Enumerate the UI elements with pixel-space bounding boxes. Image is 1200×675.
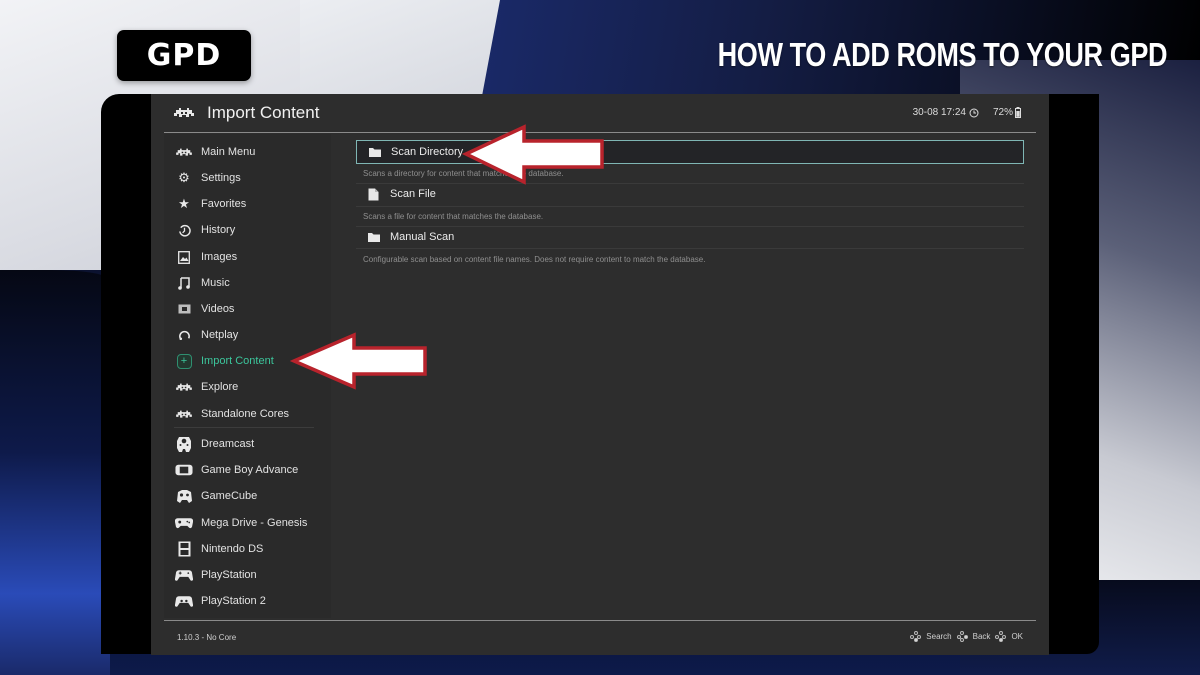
divider (356, 248, 1024, 249)
folder-icon (369, 148, 381, 157)
playlist-dreamcast[interactable]: Dreamcast (164, 432, 331, 456)
gameboy-advance-icon (175, 462, 193, 478)
battery-percent: 72% (992, 107, 1013, 118)
hint-back[interactable]: Back (973, 632, 991, 641)
playlist-label: Dreamcast (201, 438, 255, 450)
genesis-controller-icon (175, 515, 193, 531)
headline: HOW TO ADD ROMS TO YOUR GPD (717, 36, 1168, 73)
dreamcast-controller-icon (175, 436, 193, 452)
gpd-logo: GPD (117, 30, 251, 81)
playstation2-controller-icon (175, 593, 193, 609)
sidebar-item-label: Settings (201, 172, 241, 184)
clock-icon (969, 108, 979, 117)
sidebar-item-label: Import Content (201, 355, 274, 367)
sidebar-item-settings[interactable]: ⚙ Settings (164, 166, 331, 190)
clock: 30-08 17:24 (913, 107, 979, 118)
hint-search[interactable]: Search (926, 632, 951, 641)
retroarch-invader-icon (175, 144, 193, 160)
hint-ok[interactable]: OK (1011, 632, 1023, 641)
sidebar-item-standalone-cores[interactable]: Standalone Cores (164, 402, 331, 426)
playlist-mega-drive-genesis[interactable]: Mega Drive - Genesis (164, 511, 331, 535)
sidebar-item-videos[interactable]: Videos (164, 297, 331, 321)
sidebar-item-history[interactable]: History (164, 218, 331, 242)
divider (356, 206, 1024, 207)
sidebar-item-images[interactable]: Images (164, 245, 331, 269)
menu-item-description: Scans a file for content that matches th… (363, 212, 544, 221)
music-note-icon (175, 275, 193, 291)
playlist-label: Mega Drive - Genesis (201, 517, 308, 529)
menu-item-label: Scan File (390, 188, 436, 200)
sidebar-item-label: Standalone Cores (201, 408, 290, 420)
file-icon (368, 188, 379, 201)
annotation-arrow-scan-directory (462, 124, 604, 185)
sidebar-item-label: Favorites (201, 198, 247, 210)
menu-item-description: Configurable scan based on content file … (363, 255, 706, 264)
playlist-playstation-2[interactable]: PlayStation 2 (164, 589, 331, 613)
headset-icon (175, 327, 193, 343)
playlist-nintendo-ds[interactable]: Nintendo DS (164, 537, 331, 561)
menu-item-label: Manual Scan (390, 231, 455, 243)
sidebar-item-favorites[interactable]: ★ Favorites (164, 192, 331, 216)
sidebar-item-label: Images (201, 251, 238, 263)
plus-icon: + (175, 353, 193, 369)
retroarch-invader-icon (174, 108, 194, 117)
footer-hints: Search Back OK (910, 631, 1023, 642)
page-title: Import Content (207, 103, 320, 122)
history-icon (175, 222, 193, 238)
menu-item-scan-file[interactable]: Scan File (356, 183, 1024, 207)
battery-status: 72% (993, 107, 1021, 118)
clock-text: 30-08 17:24 (912, 107, 966, 118)
sidebar-item-label: Netplay (201, 329, 239, 341)
menu-item-manual-scan[interactable]: Manual Scan (356, 226, 1024, 250)
sidebar-item-label: Music (201, 277, 230, 289)
dpad-icon (995, 631, 1007, 642)
sidebar-divider (174, 427, 314, 428)
sidebar-item-label: Main Menu (201, 146, 256, 158)
retroarch-invader-icon (175, 379, 193, 395)
playlist-label: Nintendo DS (201, 543, 264, 555)
footer-divider (164, 620, 1036, 621)
version-label: 1.10.3 - No Core (177, 633, 237, 642)
menu-item-scan-directory[interactable]: Scan Directory (356, 140, 1024, 164)
video-icon (175, 301, 193, 317)
playlist-label: Game Boy Advance (201, 464, 299, 476)
playlist-playstation[interactable]: PlayStation (164, 563, 331, 587)
image-icon (175, 249, 193, 265)
star-icon: ★ (178, 196, 190, 211)
sidebar-item-main-menu[interactable]: Main Menu (164, 140, 331, 164)
gear-icon: ⚙ (178, 170, 190, 185)
folder-icon (368, 233, 380, 242)
playlist-gamecube[interactable]: GameCube (164, 484, 331, 508)
sidebar-item-label: History (201, 224, 236, 236)
playlist-label: PlayStation 2 (201, 595, 266, 607)
retroarch-invader-icon (175, 406, 193, 422)
sidebar-item-music[interactable]: Music (164, 271, 331, 295)
gamecube-controller-icon (175, 488, 193, 504)
logo-text: GPD (146, 38, 222, 73)
sidebar-item-label: Videos (201, 303, 235, 315)
dpad-icon (956, 631, 968, 642)
playlist-label: GameCube (201, 490, 258, 502)
menu-item-label: Scan Directory (391, 146, 464, 158)
annotation-arrow-import-content (290, 332, 427, 390)
playlist-game-boy-advance[interactable]: Game Boy Advance (164, 458, 331, 482)
playstation-controller-icon (175, 567, 193, 583)
dpad-icon (910, 631, 922, 642)
playlist-label: PlayStation (201, 569, 257, 581)
battery-icon (1015, 107, 1021, 118)
background-blue-left (0, 270, 110, 675)
sidebar-item-label: Explore (201, 381, 239, 393)
nintendo-ds-icon (175, 541, 193, 557)
